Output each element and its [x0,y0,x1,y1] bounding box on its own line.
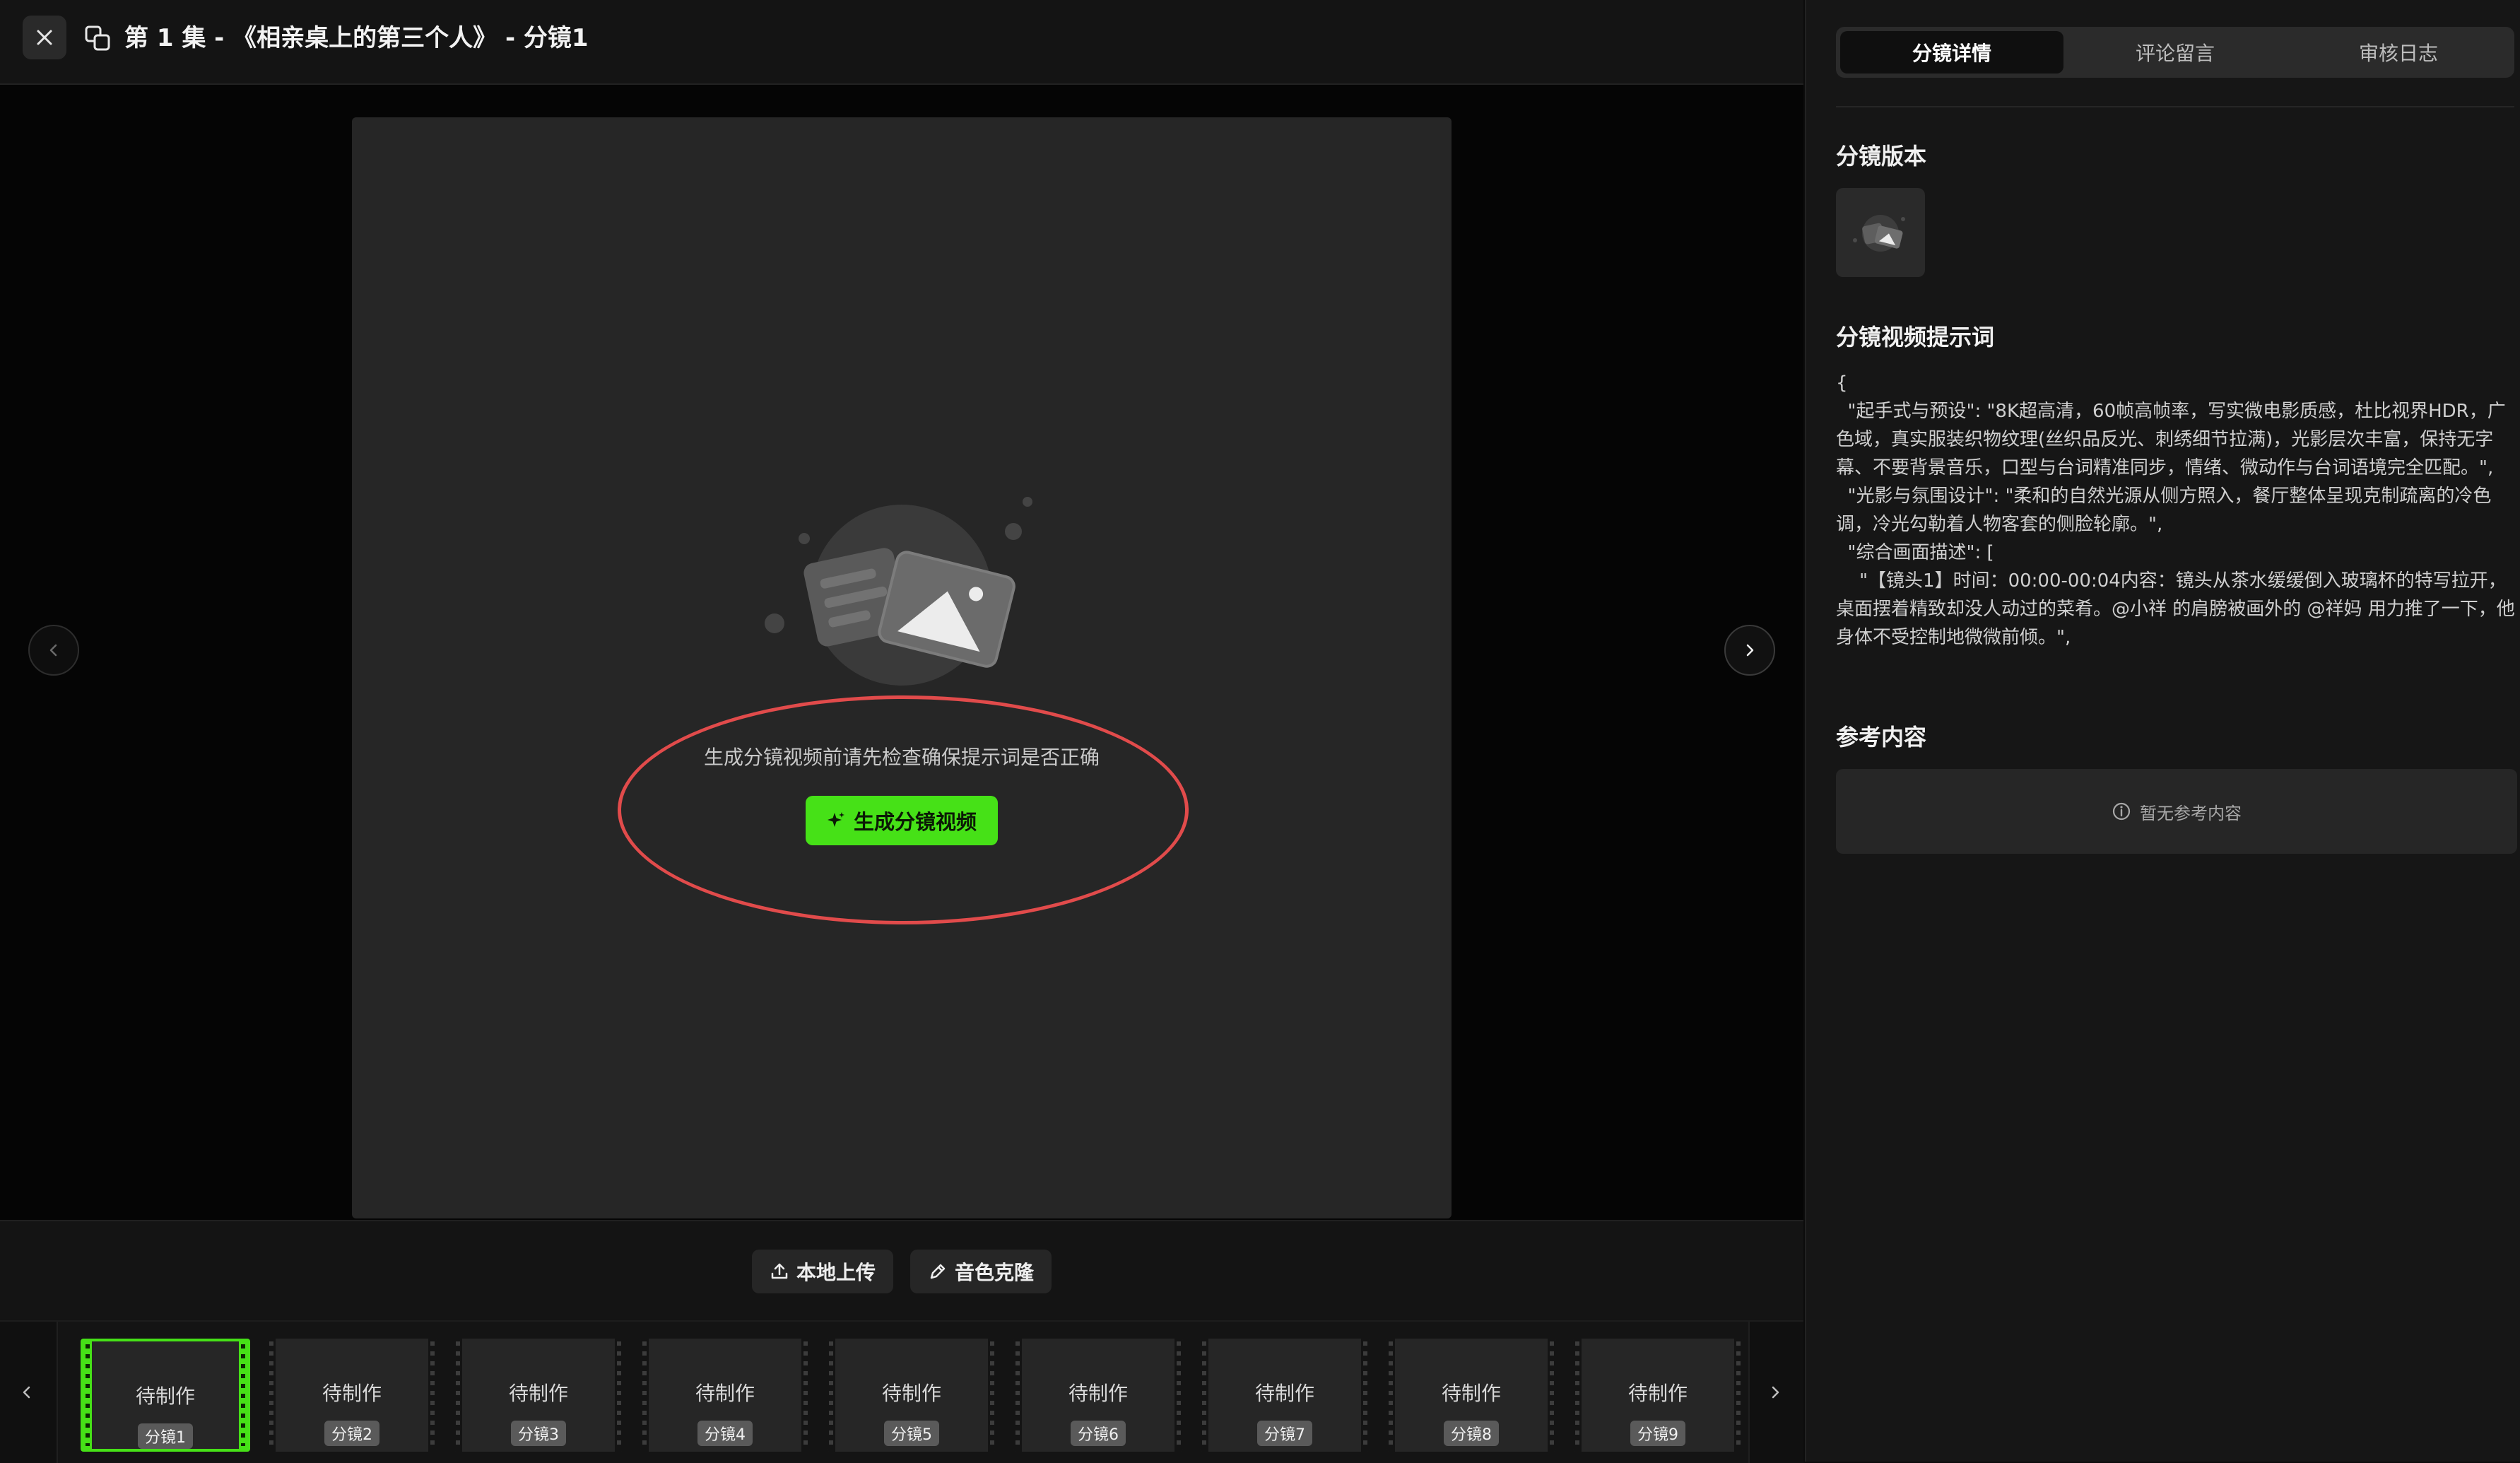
storyboard-icon [85,25,110,51]
shot-status: 待制作 [322,1382,382,1405]
filmstrip-track: 待制作 分镜1 待制作 分镜2 待制作 分镜3 待制作 分镜4 待制作 分镜5 待制作 分镜6 待制作分… [57,1322,1750,1463]
action-bar: 本地上传 音色克隆 [0,1220,1803,1320]
chevron-right-icon [1746,644,1754,657]
reference-empty-text: 暂无参考内容 [2140,803,2242,823]
shot-label: 分镜3 [511,1421,566,1446]
page-title: 第 1 集 - 《相亲桌上的第三个人》 - 分镜1 [124,24,589,52]
shot-label: 分镜9 [1630,1421,1685,1446]
shot-label: 分镜5 [884,1421,939,1446]
top-bar: 第 1 集 - 《相亲桌上的第三个人》 - 分镜1 [0,0,1803,85]
voice-clone-label: 音色克隆 [954,1261,1034,1284]
reference-empty-state: 暂无参考内容 [1836,769,2517,854]
filmstrip-prev-button[interactable] [13,1371,41,1414]
empty-media-illustration-icon [765,497,1032,686]
panel-tabs: 分镜详情 评论留言 审核日志 [1836,27,2514,78]
shot-label: 分镜8 [1444,1421,1499,1446]
shot-status: 待制作 [1068,1382,1128,1405]
prompt-text: { "起手式与预设": "8K超高清，60帧高帧率，写实微电影质感，杜比视界HD… [1836,372,2515,648]
info-icon [2112,802,2131,821]
shot-label: 分镜6 [1071,1421,1126,1446]
shot-frame[interactable]: 待制作分镜8 [1386,1339,1556,1452]
shot-frame[interactable]: 待制作分镜2 [267,1339,437,1452]
shot-frame[interactable]: 待制作分镜6 [1013,1339,1183,1452]
shot-status: 待制作 [135,1385,195,1408]
shot-status: 待制作 [881,1382,941,1405]
shot-frame[interactable]: 待制作分镜5 [827,1339,996,1452]
previous-shot-button[interactable] [28,625,79,676]
divider [1836,106,2514,107]
close-button[interactable] [23,16,66,59]
shot-label: 分镜4 [697,1421,753,1446]
shot-frame[interactable]: 待制作分镜9 [1573,1339,1743,1452]
shot-status: 待制作 [1254,1382,1314,1405]
prompt-section-title: 分镜视频提示词 [1836,324,1995,351]
local-upload-label: 本地上传 [796,1261,876,1284]
shot-status: 待制作 [1627,1382,1688,1405]
video-preview: 生成分镜视频前请先检查确保提示词是否正确 生成分镜视频 [352,117,1452,1218]
tab-comments[interactable]: 评论留言 [2063,31,2287,74]
shot-label: 分镜1 [138,1423,193,1449]
shot-frame[interactable]: 待制作分镜3 [454,1339,623,1452]
version-section-title: 分镜版本 [1836,143,1927,170]
shot-label: 分镜7 [1257,1421,1312,1446]
shot-filmstrip: 待制作 分镜1 待制作 分镜2 待制作 分镜3 待制作 分镜4 待制作 分镜5 待制作 分镜6 待制作分… [0,1320,1803,1463]
chevron-left-icon [23,1386,30,1399]
voice-clone-button[interactable]: 音色克隆 [910,1250,1052,1293]
upload-icon [771,1263,788,1279]
filmstrip-next-button[interactable] [1761,1371,1789,1414]
shot-status: 待制作 [695,1382,755,1405]
close-icon [37,30,52,45]
reference-section-title: 参考内容 [1836,724,1927,751]
local-upload-button[interactable]: 本地上传 [752,1250,893,1293]
annotation-ellipse [618,695,1189,924]
shot-status: 待制作 [508,1382,568,1405]
main-area: 第 1 集 - 《相亲桌上的第三个人》 - 分镜1 生成分镜视频前请先检查确保提… [0,0,1803,1463]
pen-icon [930,1264,946,1279]
details-panel: 分镜详情 评论留言 审核日志 分镜版本 分镜视频提示词 { "起手式与预设": … [1805,0,2520,1462]
shot-frame[interactable]: 待制作分镜7 [1200,1339,1370,1452]
shot-status: 待制作 [1441,1382,1501,1405]
chevron-right-icon [1772,1386,1779,1399]
shot-frame[interactable]: 待制作分镜1 [81,1339,250,1452]
empty-media-thumbnail-icon [1853,215,1905,252]
next-shot-button[interactable] [1724,625,1775,676]
version-thumbnail[interactable] [1836,188,1925,277]
chevron-left-icon [49,644,57,657]
shot-frame[interactable]: 待制作分镜4 [640,1339,810,1452]
tab-shot-details[interactable]: 分镜详情 [1840,31,2063,74]
tab-audit-log[interactable]: 审核日志 [2287,31,2510,74]
shot-label: 分镜2 [324,1421,379,1446]
